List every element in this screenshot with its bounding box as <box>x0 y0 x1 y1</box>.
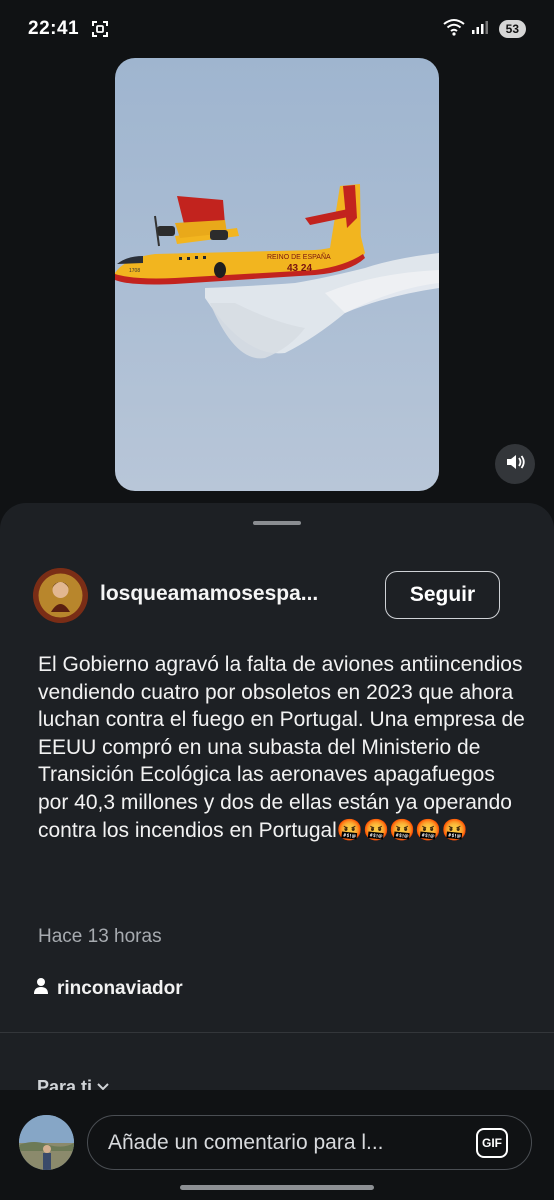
firefighting-plane-image: REINO DE ESPAÑA 43 24 1708 <box>115 184 439 359</box>
avatar[interactable] <box>33 568 88 623</box>
person-icon <box>33 977 49 1000</box>
status-icons: 53 <box>443 18 526 41</box>
status-bar: 22:41 53 <box>0 0 554 58</box>
credit-name: rinconaviador <box>57 977 183 999</box>
volume-icon <box>505 453 525 476</box>
status-time: 22:41 <box>28 18 80 39</box>
battery-icon: 53 <box>498 20 526 38</box>
audio-credit[interactable]: rinconaviador <box>33 977 183 1000</box>
chevron-down-icon <box>96 1077 110 1091</box>
plane-marking-nose: 1708 <box>129 268 140 274</box>
section-label: Para ti <box>37 1077 93 1091</box>
divider <box>0 1032 554 1033</box>
screenshot-icon <box>91 20 109 38</box>
plane-marking-top: REINO DE ESPAÑA <box>267 252 331 261</box>
follow-button[interactable]: Seguir <box>385 571 500 619</box>
signal-icon <box>471 19 489 40</box>
plane-marking-number: 43 24 <box>287 263 312 274</box>
comment-bar: Añade un comentario para l... GIF <box>0 1090 554 1200</box>
home-indicator[interactable] <box>180 1185 374 1190</box>
post-timestamp: Hace 13 horas <box>38 926 162 947</box>
reel-video[interactable]: REINO DE ESPAÑA 43 24 1708 <box>115 58 439 491</box>
post-caption: El Gobierno agravó la falta de aviones a… <box>38 653 525 842</box>
comment-placeholder: Añade un comentario para l... <box>108 1130 384 1154</box>
drag-handle[interactable] <box>253 521 301 525</box>
wifi-icon <box>443 18 465 41</box>
user-avatar[interactable] <box>19 1115 74 1170</box>
username[interactable]: losqueamamosespa... <box>100 582 362 606</box>
volume-button[interactable] <box>495 444 535 484</box>
comment-input[interactable]: Añade un comentario para l... GIF <box>87 1115 532 1170</box>
gif-button[interactable]: GIF <box>476 1128 508 1158</box>
section-for-you[interactable]: Para ti <box>37 1077 110 1091</box>
